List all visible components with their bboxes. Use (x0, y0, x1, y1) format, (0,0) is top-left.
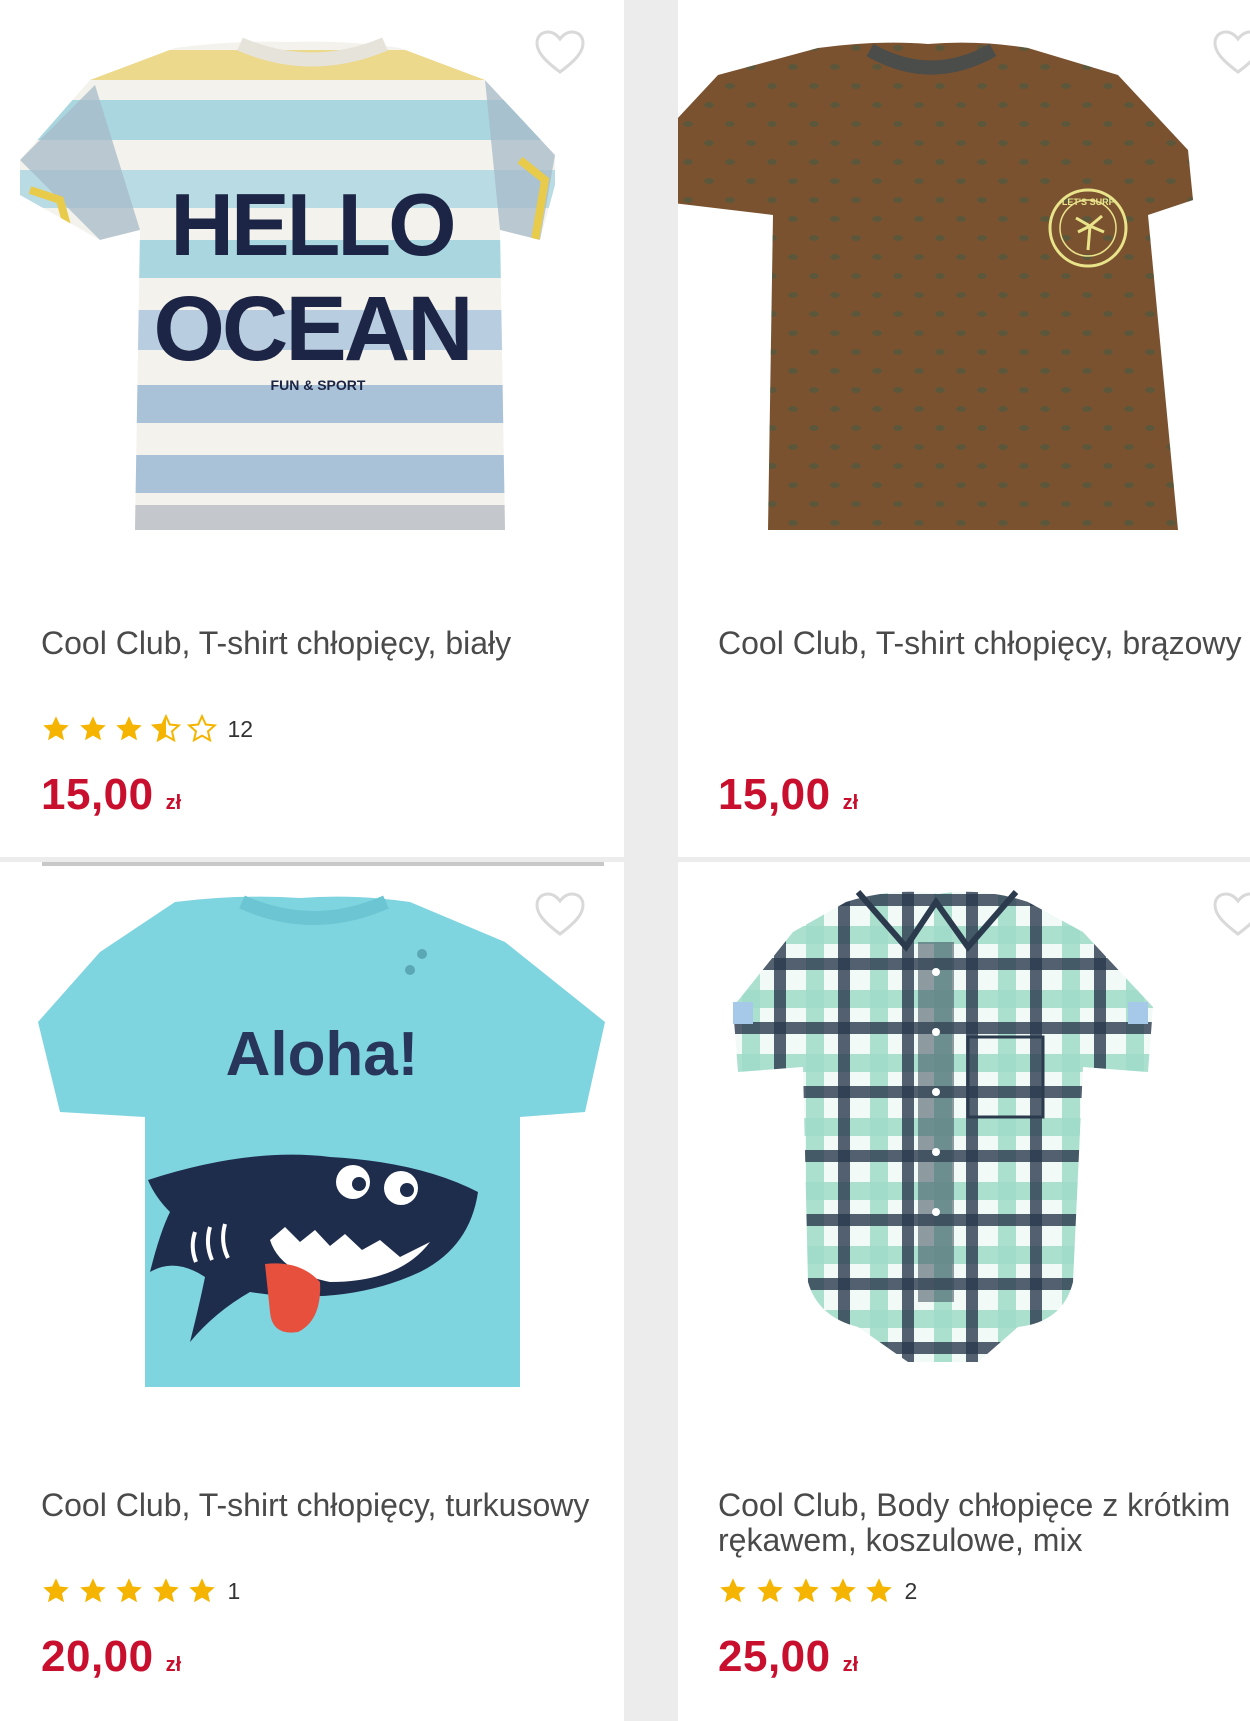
print-text: Aloha! (226, 1020, 419, 1089)
star-full-icon (793, 1578, 819, 1603)
product-title[interactable]: Cool Club, T-shirt chłopięcy, brązowy (718, 626, 1250, 661)
price-amount: 15,00 (718, 770, 831, 819)
price: 25,00 zł (718, 1632, 858, 1682)
price-currency: zł (842, 792, 859, 814)
product-image[interactable]: Aloha! (0, 862, 624, 1442)
star-full-icon (189, 1578, 215, 1603)
print-text: FUN & SPORT (271, 377, 366, 393)
product-card[interactable]: HELLO OCEAN FUN & SPORT Cool Club, T-shi… (0, 0, 624, 857)
rating-stars: 2 (718, 1574, 917, 1608)
price-currency: zł (842, 1654, 859, 1676)
star-full-icon (116, 1578, 142, 1603)
print-text: HELLO (170, 175, 453, 274)
rating-stars: 12 (41, 712, 253, 746)
star-full-icon (152, 1578, 179, 1603)
price-currency: zł (165, 792, 182, 814)
star-full-icon (79, 1578, 106, 1603)
star-full-icon (720, 1578, 746, 1603)
star-full-icon (79, 716, 106, 741)
price-amount: 20,00 (41, 1632, 154, 1681)
star-half-icon (150, 714, 181, 743)
star-full-icon (756, 1578, 783, 1603)
price: 15,00 zł (41, 770, 181, 820)
product-card[interactable]: Cool Club, Body chłopięce z krótkim ręka… (678, 862, 1250, 1721)
product-title[interactable]: Cool Club, Body chłopięce z krótkim ręka… (718, 1488, 1250, 1558)
product-grid: HELLO OCEAN FUN & SPORT Cool Club, T-shi… (0, 0, 1250, 1721)
badge-text: LET'S SURF (1062, 197, 1115, 207)
price-amount: 25,00 (718, 1632, 831, 1681)
product-card[interactable]: LET'S SURF Cool Club, T-shirt chłopięcy,… (678, 0, 1250, 857)
product-title[interactable]: Cool Club, T-shirt chłopięcy, biały (41, 626, 601, 661)
star-full-icon (866, 1578, 892, 1603)
star-full-icon (43, 1578, 69, 1603)
price: 15,00 zł (718, 770, 858, 820)
product-image[interactable]: LET'S SURF (678, 0, 1250, 580)
product-card[interactable]: Aloha! Cool Club, T-shirt chłopięcy, tur… (0, 862, 624, 1721)
rating-count: 2 (904, 1577, 918, 1604)
rating-stars: 1 (41, 1574, 240, 1608)
product-title[interactable]: Cool Club, T-shirt chłopięcy, turkusowy (41, 1488, 601, 1523)
star-full-icon (43, 716, 69, 741)
price: 20,00 zł (41, 1632, 181, 1682)
price-currency: zł (165, 1654, 182, 1676)
rating-count: 12 (227, 715, 254, 742)
price-amount: 15,00 (41, 770, 154, 819)
print-text: OCEAN (153, 278, 470, 380)
rating-count: 1 (227, 1577, 241, 1604)
star-full-icon (829, 1578, 856, 1603)
product-image[interactable]: HELLO OCEAN FUN & SPORT (0, 0, 624, 580)
product-image[interactable] (678, 862, 1250, 1442)
star-empty-icon (187, 714, 217, 743)
star-full-icon (116, 716, 142, 741)
